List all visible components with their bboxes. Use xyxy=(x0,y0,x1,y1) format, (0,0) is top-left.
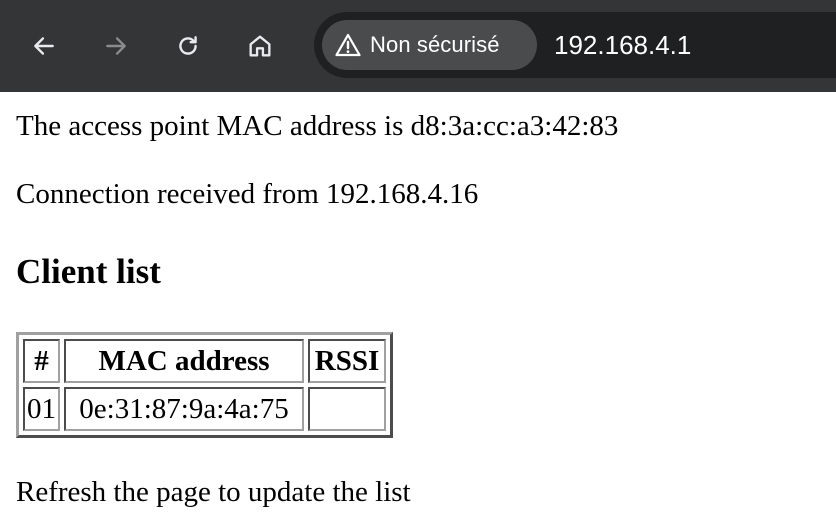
back-arrow-icon xyxy=(34,37,54,55)
cell-rssi xyxy=(308,387,386,431)
reload-icon xyxy=(179,36,197,55)
cell-index: 01 xyxy=(23,387,60,431)
site-security-chip[interactable]: Non sécurisé xyxy=(322,20,537,70)
browser-toolbar: Non sécurisé 192.168.4.1 xyxy=(0,0,836,92)
security-label: Non sécurisé xyxy=(370,32,500,57)
url-text[interactable]: 192.168.4.1 xyxy=(554,28,691,62)
client-table: # MAC address RSSI 01 0e:31:87:9a:4a:75 xyxy=(16,332,393,438)
forward-button[interactable] xyxy=(96,26,136,66)
cell-mac-address: 0e:31:87:9a:4a:75 xyxy=(64,387,304,431)
connection-text: Connection received from 192.168.4.16 xyxy=(16,178,479,210)
back-button[interactable] xyxy=(24,26,64,66)
ap-mac-address-text: The access point MAC address is d8:3a:cc… xyxy=(16,110,619,142)
table-row: 01 0e:31:87:9a:4a:75 xyxy=(23,387,386,431)
reload-button[interactable] xyxy=(168,26,208,66)
forward-arrow-icon xyxy=(106,37,126,55)
client-list-heading: Client list xyxy=(16,252,161,291)
warning-triangle-icon xyxy=(334,31,362,59)
home-button[interactable] xyxy=(240,26,280,66)
header-rssi: RSSI xyxy=(308,339,386,383)
header-mac-address: MAC address xyxy=(64,339,304,383)
home-icon xyxy=(249,35,271,57)
header-index: # xyxy=(23,339,60,383)
table-header-row: # MAC address RSSI xyxy=(23,339,386,383)
refresh-hint-text: Refresh the page to update the list xyxy=(16,476,411,508)
